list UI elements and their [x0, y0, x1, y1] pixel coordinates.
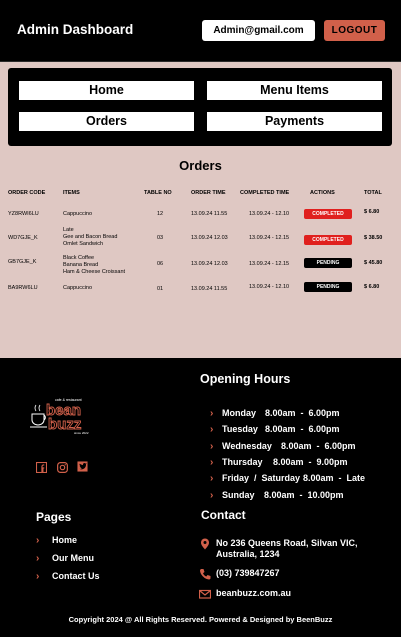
address-line-2: Australia, 1234: [216, 549, 280, 559]
order-time: 13.09.24 11.55: [191, 286, 228, 292]
site-footer: cafe & restaurant bean buzz since 2022 O…: [0, 358, 401, 637]
phone-icon: [200, 569, 211, 580]
main-content: Home Menu Items Orders Payments Orders O…: [0, 62, 401, 358]
order-total: $ 38.50: [364, 235, 383, 241]
order-item: Cappuccino: [63, 285, 93, 291]
column-header-completed-time: COMPLETED TIME: [240, 190, 290, 196]
steam-lines: [34, 404, 41, 412]
table-no: 01: [157, 286, 164, 292]
chevron-right-icon: ›: [36, 535, 40, 546]
column-header-items: ITEMS: [63, 190, 80, 196]
hours-label: 8.00am - Late: [303, 473, 366, 483]
footer-link-contact-us[interactable]: › Contact Us: [36, 571, 100, 582]
address-line-1: No 236 Queens Road, Silvan VIC,: [216, 538, 358, 548]
status-badge[interactable]: COMPLETED: [304, 235, 352, 245]
status-badge[interactable]: PENDING: [304, 282, 352, 292]
copyright-text: Copyright 2024 @ All Rights Reserved. Po…: [68, 615, 333, 624]
opening-hours-row: › Sunday 8.00am - 10.00pm: [200, 480, 344, 511]
twitter-icon[interactable]: [77, 461, 88, 472]
completed-time: 13.09.24 - 12.10: [249, 284, 290, 290]
logo-since: since 2022: [74, 431, 89, 435]
email-address: beanbuzz.com.au: [216, 588, 292, 598]
orders-title: Orders: [179, 158, 222, 173]
footer-link-our-menu[interactable]: › Our Menu: [36, 553, 94, 564]
column-header-table-no: TABLE NO: [144, 190, 172, 196]
dashboard-title: Admin Dashboard: [17, 22, 134, 37]
mail-icon: [199, 589, 211, 599]
instagram-icon[interactable]: [57, 462, 68, 473]
top-bar: Admin Dashboard Admin@gmail.com LOGOUT: [0, 0, 401, 62]
footer-link-label: Contact Us: [52, 571, 100, 581]
completed-time: 13.09.24 - 12.10: [249, 211, 290, 217]
logout-button[interactable]: LOGOUT: [324, 20, 385, 41]
column-header-order-code: ORDER CODE: [8, 190, 46, 196]
footer-link-label: Our Menu: [52, 553, 94, 563]
contact-title: Contact: [201, 508, 246, 522]
order-code: WD7GJE_K: [8, 235, 38, 241]
table-no: 12: [157, 211, 164, 217]
order-code: BA9RW6LU: [8, 285, 38, 291]
order-time: 13.09.24 12.03: [191, 261, 228, 267]
status-badge[interactable]: PENDING: [304, 258, 352, 268]
day-label: Sunday: [222, 490, 255, 500]
column-header-order-time: ORDER TIME: [191, 190, 226, 196]
order-code: YZ8RWI6LU: [8, 211, 39, 217]
order-code: GB7GJE_K: [8, 259, 37, 265]
order-time: 13.09.24 11.55: [191, 211, 228, 217]
nav-orders-button[interactable]: Orders: [19, 112, 194, 131]
order-time: 13.09.24 12.03: [191, 235, 228, 241]
order-item: Omlet Sandwich: [63, 241, 104, 247]
order-total: $ 6.80: [364, 284, 380, 290]
pages-title: Pages: [36, 510, 72, 524]
coffee-cup-icon: [31, 413, 45, 426]
phone-number: (03) 739847267: [216, 568, 280, 578]
status-badge[interactable]: COMPLETED: [304, 209, 352, 219]
chevron-right-icon: ›: [36, 553, 40, 564]
table-no: 03: [157, 235, 164, 241]
facebook-icon[interactable]: [36, 462, 47, 473]
hours-label: 8.00am - 6.00pm: [281, 441, 356, 451]
hours-label: 8.00am - 6.00pm: [265, 424, 340, 434]
chevron-right-icon: ›: [36, 571, 40, 582]
map-pin-icon: [201, 538, 209, 550]
order-item: Cappuccino: [63, 211, 93, 217]
completed-time: 13.09.24 - 12.15: [249, 261, 290, 267]
table-no: 06: [157, 261, 164, 267]
chevron-right-icon: ›: [210, 490, 214, 501]
nav-payments-button[interactable]: Payments: [207, 112, 382, 131]
column-header-actions: ACTIONS: [310, 190, 335, 196]
footer-link-label: Home: [52, 535, 78, 545]
beanbuzz-logo: cafe & restaurant bean buzz since 2022: [30, 398, 89, 435]
order-total: $ 6.80: [364, 209, 380, 215]
footer-link-home[interactable]: › Home: [36, 535, 77, 546]
hours-label: 8.00am - 10.00pm: [264, 490, 344, 500]
opening-hours-title: Opening Hours: [200, 372, 291, 386]
admin-nav: Home Menu Items Orders Payments: [8, 68, 392, 146]
nav-menu-items-button[interactable]: Menu Items: [207, 81, 382, 100]
admin-email-badge[interactable]: Admin@gmail.com: [202, 20, 315, 41]
completed-time: 13.09.24 - 12.15: [249, 235, 290, 241]
nav-home-button[interactable]: Home: [19, 81, 194, 100]
order-total: $ 45.80: [364, 260, 383, 266]
order-item: Ham & Cheese Croissant: [63, 269, 126, 275]
column-header-total: TOTAL: [364, 190, 382, 196]
hours-label: 8.00am - 6.00pm: [265, 408, 340, 418]
